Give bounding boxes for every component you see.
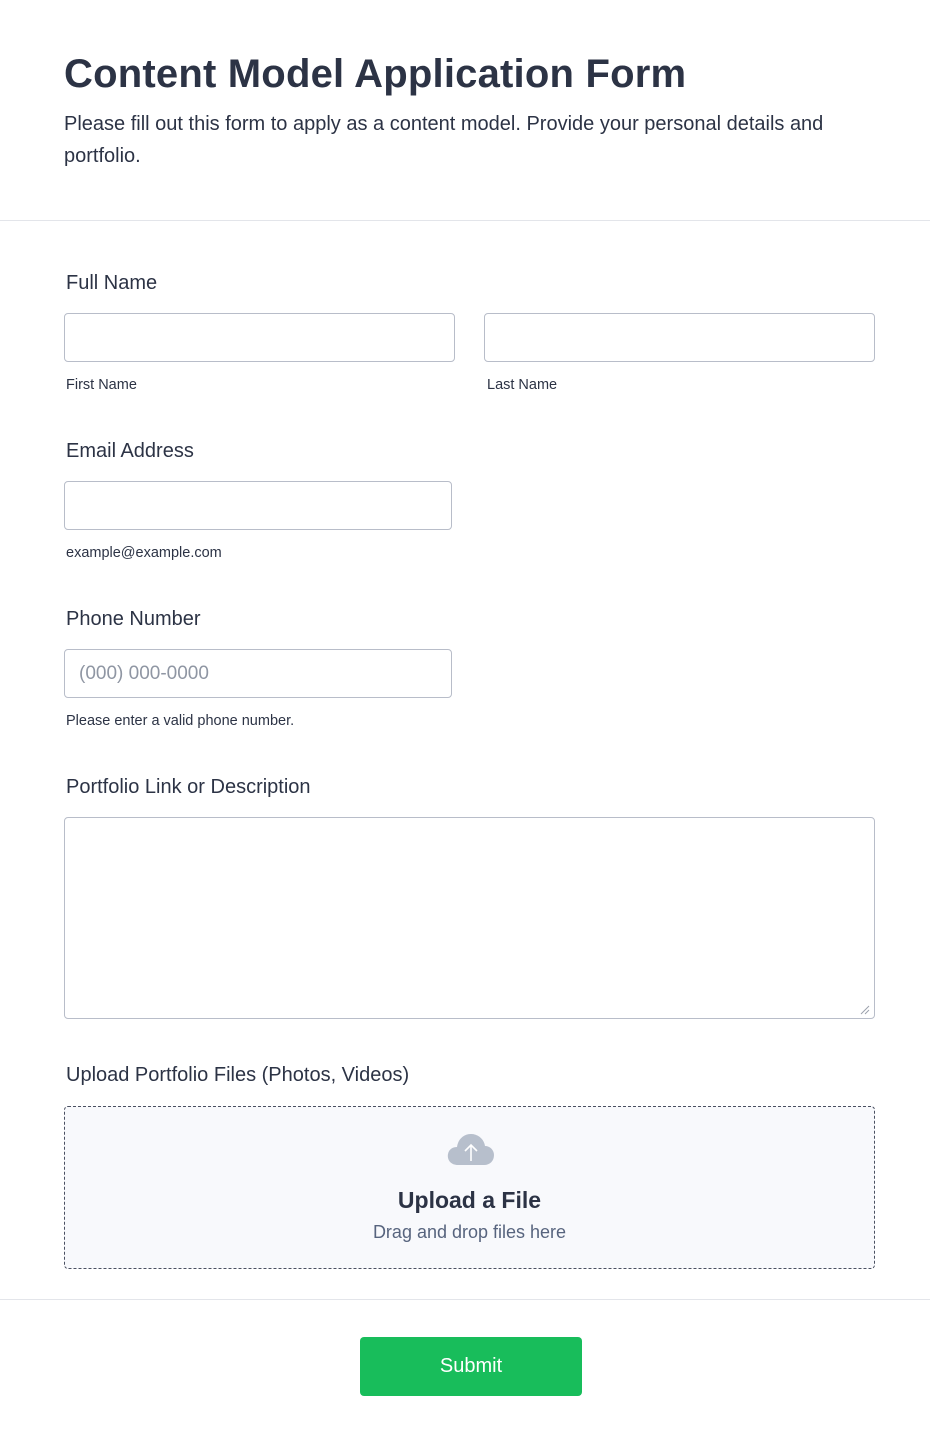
cloud-upload-icon	[447, 1134, 494, 1165]
full-name-label: Full Name	[66, 272, 158, 294]
first-name-input[interactable]	[64, 313, 455, 362]
footer-divider	[0, 1299, 930, 1300]
submit-button[interactable]: Submit	[360, 1337, 582, 1396]
form-description: Please fill out this form to apply as a …	[64, 113, 824, 167]
form-header: Content Model Application Form Please fi…	[0, 0, 930, 221]
email-sublabel: example@example.com	[66, 545, 222, 561]
upload-subtitle: Drag and drop files here	[372, 1222, 567, 1242]
email-input[interactable]	[64, 481, 452, 530]
last-name-sublabel: Last Name	[487, 377, 558, 393]
phone-input[interactable]	[64, 649, 452, 698]
form-title: Content Model Application Form	[64, 52, 687, 96]
portfolio-label: Portfolio Link or Description	[66, 776, 311, 798]
upload-title: Upload a File	[397, 1187, 542, 1213]
portfolio-textarea[interactable]	[64, 817, 875, 1019]
phone-sublabel: Please enter a valid phone number.	[66, 713, 295, 729]
last-name-input[interactable]	[484, 313, 875, 362]
first-name-sublabel: First Name	[66, 377, 137, 393]
resize-handle-icon[interactable]	[858, 1003, 870, 1015]
file-upload-dropzone[interactable]: Upload a File Drag and drop files here	[64, 1106, 875, 1269]
phone-label: Phone Number	[66, 608, 201, 630]
upload-label: Upload Portfolio Files (Photos, Videos)	[66, 1064, 410, 1086]
email-label: Email Address	[66, 440, 194, 462]
